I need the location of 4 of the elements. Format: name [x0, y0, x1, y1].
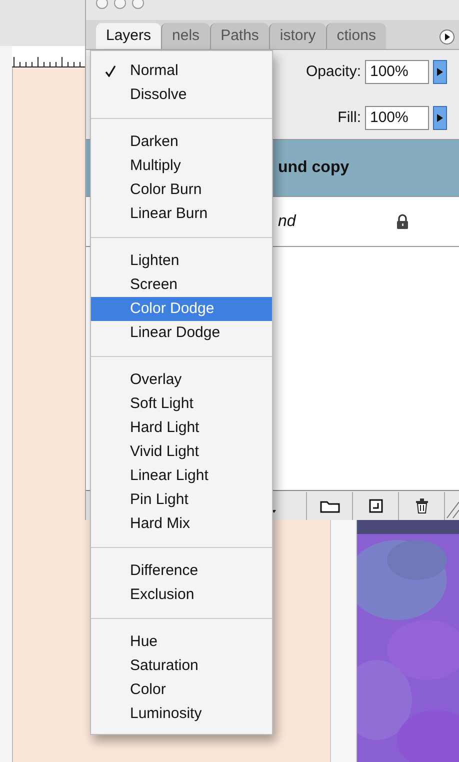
field-label: Opacity: — [306, 62, 361, 82]
layer-name: und copy — [278, 158, 350, 178]
layer-name: nd — [278, 212, 296, 232]
field-label: Fill: — [338, 108, 361, 128]
